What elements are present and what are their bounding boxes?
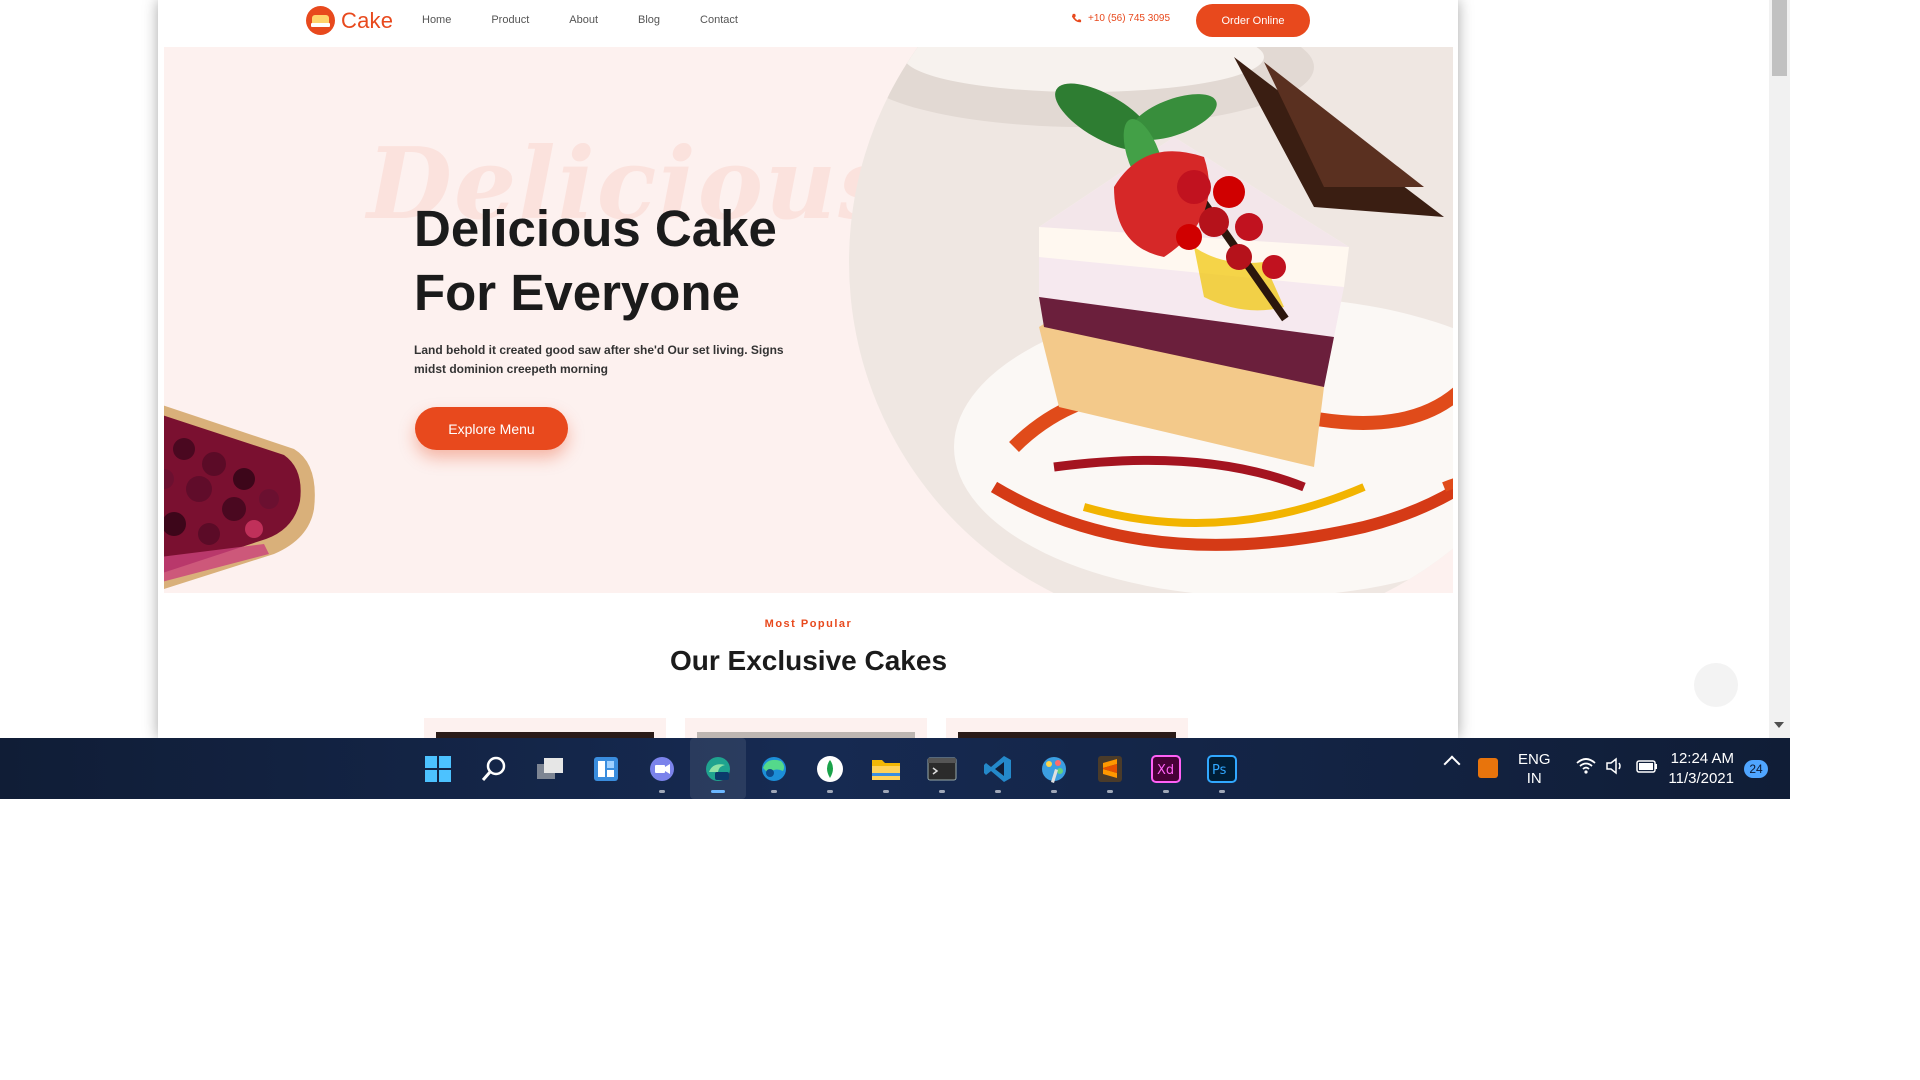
system-tray: ENG IN 12:24 AM 11/3/2021 24 [1443,738,1790,799]
running-indicator [939,790,945,793]
show-hidden-icons-chevron-icon[interactable] [1443,755,1461,773]
scrollbar-thumb[interactable] [1772,0,1787,76]
svg-text:Ps: Ps [1212,763,1227,778]
time: 12:24 AM [1670,750,1734,767]
nav-about[interactable]: About [569,14,598,26]
running-indicator [827,790,833,793]
order-online-button[interactable]: Order Online [1196,4,1310,37]
section-tag: Most Popular [764,618,853,630]
scroll-down-arrow-icon[interactable] [1774,722,1784,728]
sublime-text-icon[interactable] [1082,738,1138,799]
cake-logo-icon [306,6,335,35]
whatsapp-icon[interactable] [802,738,858,799]
wifi-icon[interactable] [1575,755,1597,775]
task-view-icon[interactable] [522,738,578,799]
berry-tart-image [164,405,315,589]
nav-blog[interactable]: Blog [638,14,660,26]
nav-home[interactable]: Home [422,14,451,26]
vscode-icon[interactable] [970,738,1026,799]
tray-app-icon[interactable] [1478,758,1498,778]
adobe-xd-icon[interactable]: Xd [1138,738,1194,799]
cake-card-1[interactable] [424,718,666,738]
running-indicator [883,790,889,793]
running-indicator [1107,790,1113,793]
cake-slice-image [849,47,1453,593]
taskbar: Xd Ps ENG IN 12:24 AM 11/3/2021 24 [0,738,1790,799]
running-indicator [659,790,665,793]
hero-description: Land behold it created good saw after sh… [414,343,784,376]
teams-chat-icon[interactable] [634,738,690,799]
cake-card-2[interactable] [685,718,927,738]
running-indicator [995,790,1001,793]
website: Cake Home Product About Blog Contact +10… [164,0,1453,738]
clock[interactable]: 12:24 AM 11/3/2021 [1668,749,1734,789]
input-language[interactable]: ENG IN [1518,750,1551,788]
region-code: IN [1526,770,1542,787]
svg-text:Xd: Xd [1157,763,1174,778]
section-title: Our Exclusive Cakes [669,645,948,676]
paint-icon[interactable] [1026,738,1082,799]
logo[interactable]: Cake [306,6,393,35]
volume-icon[interactable] [1605,756,1627,776]
language-code: ENG [1518,751,1551,768]
running-indicator [1219,790,1225,793]
nav-links: Home Product About Blog Contact [422,14,778,26]
nav-contact[interactable]: Contact [700,14,738,26]
cake-card-3[interactable] [946,718,1188,738]
widgets-icon[interactable] [578,738,634,799]
file-explorer-icon[interactable] [858,738,914,799]
windows-start-icon[interactable] [410,738,466,799]
browser-viewport: Cake Home Product About Blog Contact +10… [0,0,1790,738]
running-indicator [771,790,777,793]
explore-menu-button[interactable]: Explore Menu [415,407,568,450]
phone-number: +10 (56) 745 3095 [1088,13,1171,24]
phone-icon [1071,13,1082,23]
hero-section: Delicious Delicious Cake For Everyone La… [164,47,1453,593]
taskbar-apps: Xd Ps [410,738,1250,799]
terminal-icon[interactable] [914,738,970,799]
battery-charging-icon[interactable] [1635,756,1659,776]
edge-beta-icon[interactable] [690,738,746,799]
nav-product[interactable]: Product [491,14,529,26]
phone-contact[interactable]: +10 (56) 745 3095 [1071,13,1170,24]
brand-name: Cake [341,7,394,33]
navbar: Cake Home Product About Blog Contact +10… [164,0,1453,47]
back-to-top-button[interactable] [1694,663,1738,707]
search-icon[interactable] [466,738,522,799]
hero-title-line1: Delicious Cake [414,200,777,257]
hero-title-line2: For Everyone [414,264,740,321]
running-indicator [1051,790,1057,793]
date: 11/3/2021 [1668,770,1734,787]
vertical-scrollbar[interactable] [1769,0,1790,738]
running-indicator [711,790,725,793]
running-indicator [1163,790,1169,793]
hero-title: Delicious Cake For Everyone [414,197,834,325]
notification-badge[interactable]: 24 [1744,760,1768,778]
edge-icon[interactable] [746,738,802,799]
photoshop-icon[interactable]: Ps [1194,738,1250,799]
